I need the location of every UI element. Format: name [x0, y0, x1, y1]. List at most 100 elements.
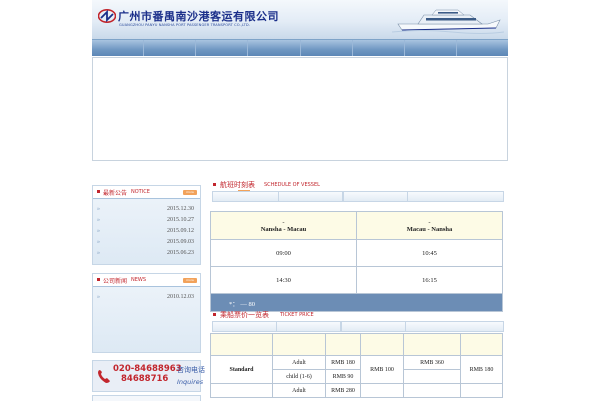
news-title-en: NEWS [131, 277, 147, 283]
ticket-title-cn: 乘船票价一览表 [220, 311, 269, 319]
nav-item-4[interactable] [248, 40, 301, 56]
notice-more-button[interactable]: more [183, 190, 197, 195]
bullet-icon: » [97, 228, 100, 234]
table-cell [460, 333, 503, 356]
table-cell [403, 383, 461, 398]
list-item[interactable]: » 2015.12.30 [97, 204, 194, 215]
schedule-title-en: SCHEDULE OF VESSEL [264, 182, 320, 188]
price-cell [403, 369, 461, 384]
departure-time: 10:45 [356, 239, 503, 267]
main-nav [92, 40, 508, 56]
table-row: - Nansha - Macau - Macau - Nansha [210, 211, 503, 240]
route-header-1: - Nansha - Macau [210, 211, 357, 240]
table-cell [460, 383, 503, 398]
bullet-icon: » [97, 239, 100, 245]
company-name-en: GUANGZHOU PANYU NANSHA PORT PASSENGER TR… [119, 23, 250, 27]
table-row [210, 333, 503, 356]
table-cell [272, 333, 326, 356]
news-list: » 2010.12.03 [93, 287, 200, 303]
notice-box: 最新公告 NOTICE more » 2015.12.30 » 2015.10.27… [92, 185, 201, 265]
bullet-icon [97, 190, 100, 193]
nav-item-2[interactable] [144, 40, 197, 56]
site-header: 广州市番禺南沙港客运有限公司 GUANGZHOU PANYU NANSHA PO… [92, 0, 508, 40]
nav-item-6[interactable] [353, 40, 405, 56]
notice-date: 2015.12.30 [167, 206, 194, 212]
side-bottom-box [92, 395, 201, 401]
schedule-table: - Nansha - Macau - Macau - Nansha 09:00 10… [210, 211, 503, 312]
company-name-cn: 广州市番禺南沙港客运有限公司 [118, 10, 279, 23]
table-cell [210, 383, 273, 398]
notice-date: 2015.06.23 [167, 250, 194, 256]
bullet-icon: » [97, 206, 100, 212]
schedule-tab-2[interactable] [343, 192, 408, 202]
route-header-2: - Macau - Nansha [356, 211, 503, 240]
bullet-icon: » [97, 250, 100, 256]
ticket-tabbar [212, 321, 504, 332]
class-standard: Standard [210, 355, 273, 384]
bullet-icon: » [97, 217, 100, 223]
price-cell: RMB 90 [325, 369, 361, 384]
hotline-number-2: 84688716 [121, 374, 169, 384]
notice-date: 2015.10.27 [167, 217, 194, 223]
notice-title-cn: 最新公告 [103, 190, 128, 197]
table-cell [360, 333, 404, 356]
route-dash: - [282, 218, 285, 226]
price-cell: RMB 180 [325, 355, 361, 370]
table-cell [403, 333, 461, 356]
news-header: 公司新闻 NEWS more [93, 274, 200, 287]
list-item[interactable]: » 2015.09.12 [97, 226, 194, 237]
hotline-label-cn: 咨询电话 [177, 366, 205, 374]
news-title-cn: 公司新闻 [103, 278, 128, 285]
passenger-type: Adult [272, 383, 326, 398]
passenger-type: Adult [272, 355, 326, 370]
departure-time: 14:30 [210, 266, 357, 294]
notice-list: » 2015.12.30 » 2015.10.27 » 2015.09.12 » 201… [93, 199, 200, 259]
bullet-icon: » [97, 294, 100, 300]
bullet-icon [213, 313, 216, 316]
ticket-title-en: TICKET PRICE [280, 312, 314, 318]
ferry-image [392, 9, 504, 34]
hotline-label-en: Inquires [177, 378, 204, 386]
news-box: 公司新闻 NEWS more » 2010.12.03 [92, 273, 201, 353]
route-label: Macau - Nansha [406, 225, 453, 233]
table-row: Standard Adult RMB 180 RMB 100 RMB 360 R… [210, 355, 503, 384]
list-item[interactable]: » 2015.09.03 [97, 237, 194, 248]
notice-date: 2015.09.03 [167, 239, 194, 245]
table-cell [210, 333, 273, 356]
nav-item-7[interactable] [405, 40, 457, 56]
nav-item-3[interactable] [196, 40, 249, 56]
price-cell: RMB 180 [460, 355, 503, 384]
hotline-number-1: 020-84688963 [113, 364, 182, 374]
notice-header: 最新公告 NOTICE more [93, 186, 200, 199]
bullet-icon [213, 183, 216, 186]
departure-time: 16:15 [356, 266, 503, 294]
table-row: Adult RMB 280 [210, 383, 503, 398]
price-cell: RMB 100 [360, 355, 404, 384]
nav-item-5[interactable] [301, 40, 353, 56]
list-item[interactable]: » 2015.10.27 [97, 215, 194, 226]
nav-item-8[interactable] [457, 40, 508, 56]
schedule-tabbar [212, 191, 504, 202]
schedule-title-cn: 航班时刻表 [220, 181, 255, 189]
table-cell [360, 383, 404, 398]
table-cell [325, 333, 361, 356]
passenger-type: child (1-6) [272, 369, 326, 384]
table-row: 09:00 10:45 [210, 239, 503, 267]
ticket-price-table: Standard Adult RMB 180 RMB 100 RMB 360 R… [210, 333, 503, 398]
nav-item-1[interactable] [92, 40, 145, 56]
price-cell: RMB 360 [403, 355, 461, 370]
departure-time: 09:00 [210, 239, 357, 267]
news-date: 2010.12.03 [167, 294, 194, 300]
banner-area [92, 57, 508, 161]
news-more-button[interactable]: more [183, 278, 197, 283]
list-item[interactable]: » 2010.12.03 [97, 292, 194, 303]
schedule-tab-1[interactable] [278, 192, 343, 202]
table-row: 14:30 16:15 [210, 266, 503, 294]
route-label: Nansha - Macau [260, 225, 307, 233]
ticket-tab-2[interactable] [341, 322, 406, 332]
ticket-tab-1[interactable] [276, 322, 341, 332]
phone-icon [98, 370, 110, 383]
notice-date: 2015.09.12 [167, 228, 194, 234]
company-logo [98, 9, 116, 23]
list-item[interactable]: » 2015.06.23 [97, 248, 194, 259]
